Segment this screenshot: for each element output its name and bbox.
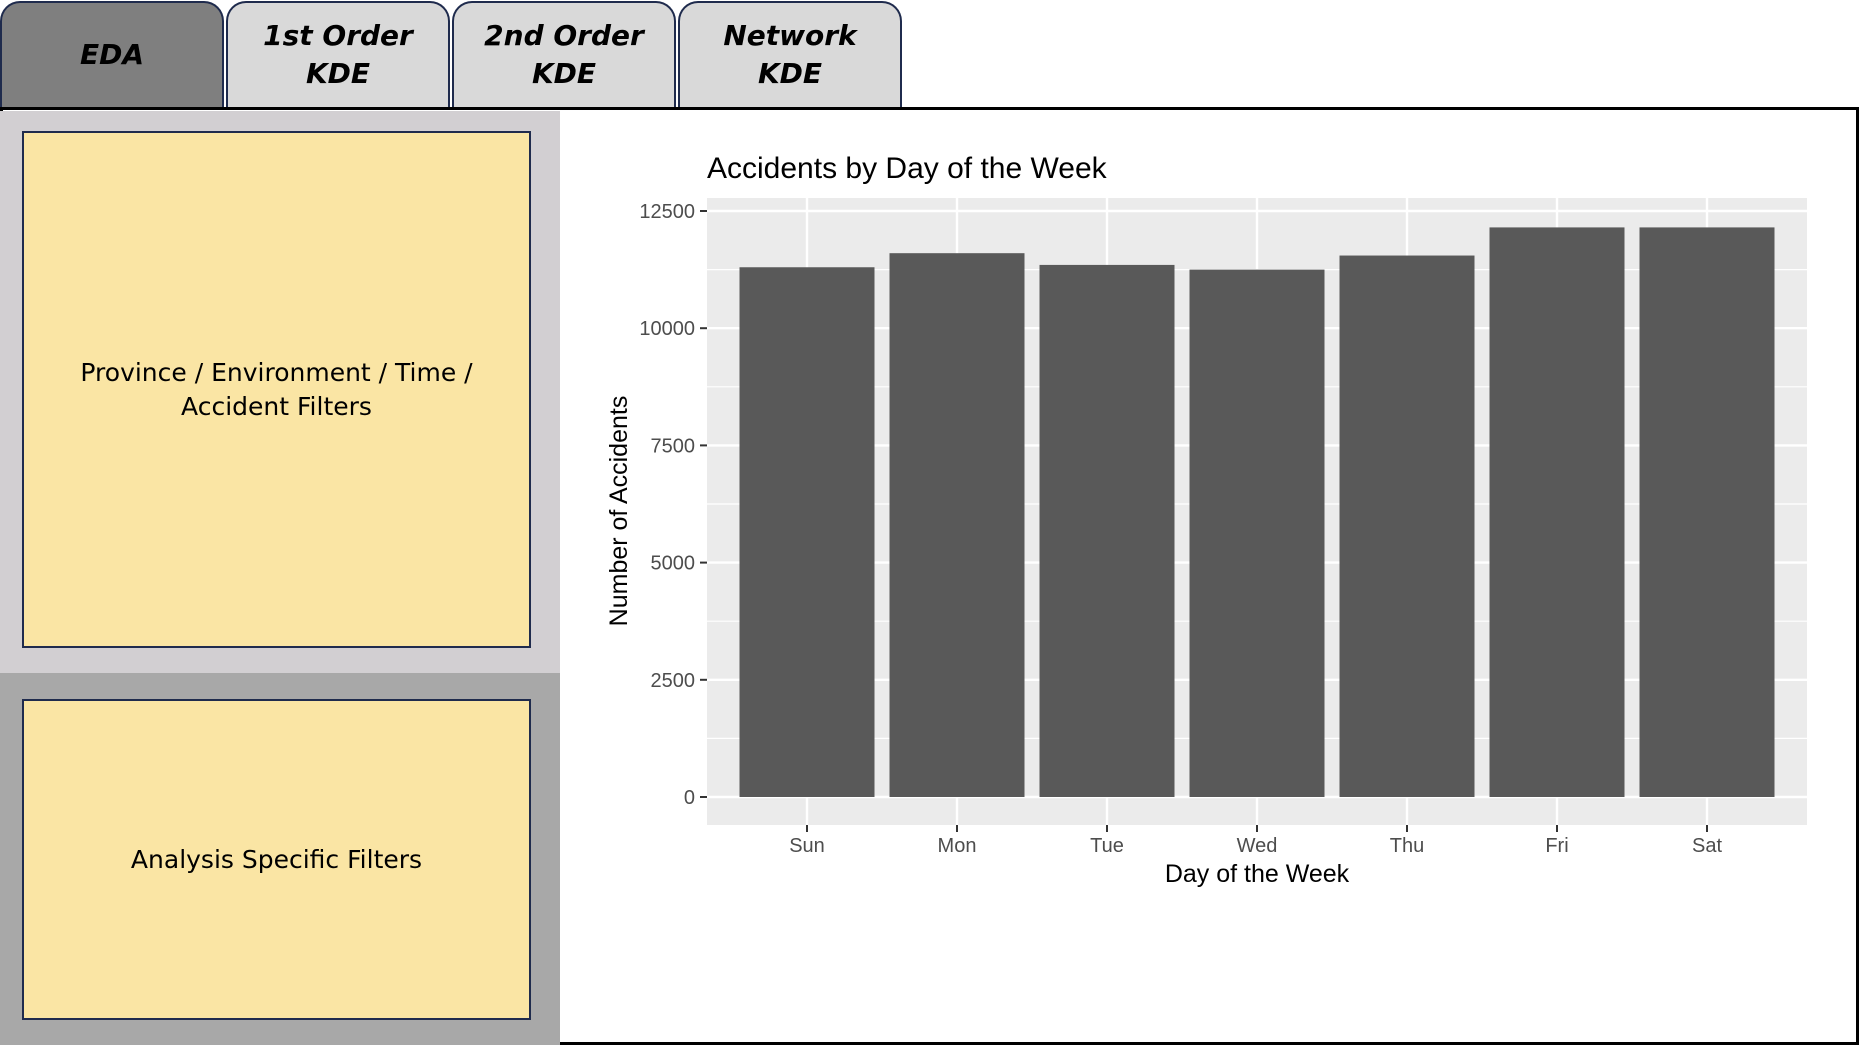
x-tick-label: Sun bbox=[789, 835, 825, 857]
y-axis: 0 2500 5000 7500 10000 12500 bbox=[639, 201, 707, 809]
bar-fri bbox=[1489, 227, 1625, 797]
accidents-by-day-chart: Accidents by Day of the Week 0 2500 5000 75… bbox=[605, 152, 1807, 888]
x-tick-label: Fri bbox=[1545, 835, 1568, 857]
x-tick-label: Mon bbox=[938, 835, 977, 857]
bar-thu bbox=[1339, 255, 1475, 797]
bar-mon bbox=[889, 253, 1025, 797]
bar-sat bbox=[1639, 227, 1775, 797]
bars bbox=[739, 227, 1775, 798]
y-tick-label: 10000 bbox=[639, 318, 695, 340]
x-tick-label: Sat bbox=[1692, 835, 1722, 857]
x-tick-label: Wed bbox=[1237, 835, 1278, 857]
y-tick-label: 2500 bbox=[651, 670, 696, 692]
y-tick-label: 7500 bbox=[651, 435, 696, 457]
x-tick-label: Thu bbox=[1390, 835, 1424, 857]
x-tick-label: Tue bbox=[1090, 835, 1124, 857]
bar-wed bbox=[1189, 269, 1325, 798]
y-axis-label: Number of Accidents bbox=[605, 396, 633, 627]
bar-sun bbox=[739, 267, 875, 798]
x-axis-label: Day of the Week bbox=[1165, 860, 1350, 888]
chart-title: Accidents by Day of the Week bbox=[707, 152, 1108, 185]
y-tick-label: 0 bbox=[684, 787, 695, 809]
x-axis: Sun Mon Tue Wed Thu Fri Sat bbox=[789, 825, 1722, 857]
y-tick-label: 5000 bbox=[651, 553, 696, 575]
y-tick-label: 12500 bbox=[639, 201, 695, 223]
bar-tue bbox=[1039, 264, 1175, 797]
